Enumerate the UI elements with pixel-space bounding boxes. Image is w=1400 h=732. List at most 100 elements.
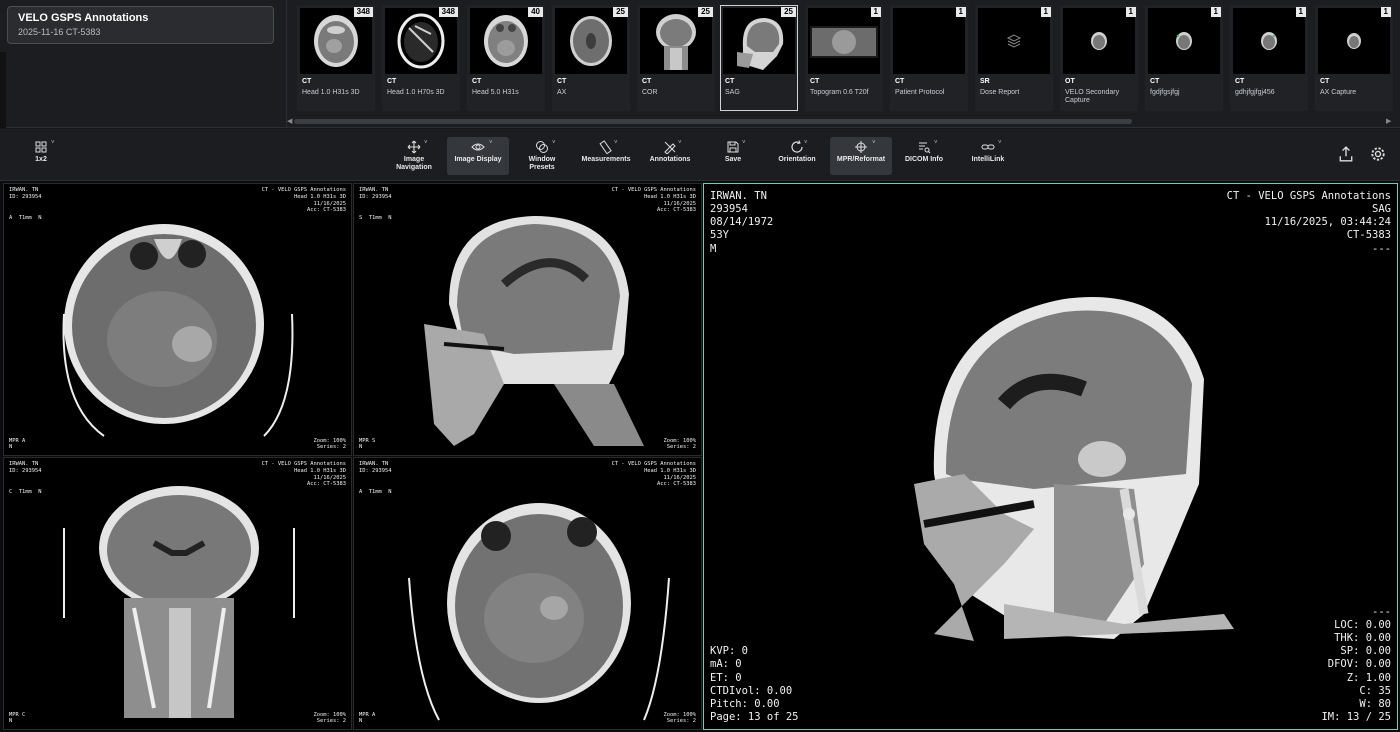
series-thumb-3[interactable]: 40 CT Head 5.0 H31s xyxy=(467,5,545,111)
series-thumb-4[interactable]: 25 CT AX xyxy=(552,5,630,111)
sagittal-head-thumbnail xyxy=(723,8,795,74)
annotations-button[interactable]: Annotations ˅ xyxy=(644,137,696,175)
series-thumb-7[interactable]: 1 CT Topogram 0.6 T20f xyxy=(805,5,883,111)
save-button[interactable]: Save ˅ xyxy=(718,137,748,175)
series-modality: CT xyxy=(1320,78,1330,85)
overlay-top-left: IRWAN. TN ID: 293954 xyxy=(359,461,392,474)
sagittal-ct-image-large xyxy=(914,296,1234,641)
overlay-bottom-left: MPR S N xyxy=(359,437,376,451)
viewport-sagittal-top[interactable]: IRWAN. TN ID: 293954 CT - VELO GSPS Anno… xyxy=(353,183,702,456)
coronal-ct-image xyxy=(63,486,295,718)
rotate-icon xyxy=(791,140,803,153)
series-thumb-8[interactable]: 1 CT Patient Protocol xyxy=(890,5,968,111)
overlay-study-info: CT - VELO GSPS Annotations SAG 11/16/202… xyxy=(1226,190,1391,255)
image-viewer: IRWAN. TN ID: 293954 CT - VELO GSPS Anno… xyxy=(0,181,1400,732)
measurements-button[interactable]: Measurements ˅ xyxy=(576,137,636,175)
overlay-orientation: A T1mm N xyxy=(359,489,392,495)
series-thumb-2[interactable]: 348 CT Head 1.0 H70s 3D xyxy=(382,5,460,111)
image-navigation-button[interactable]: Image Navigation ˅ xyxy=(386,137,442,175)
mpr-icon xyxy=(855,141,867,153)
series-thumb-11[interactable]: 1 CT fgdjfgsjfgj xyxy=(1145,5,1223,111)
axial-brain-thumbnail xyxy=(555,8,627,74)
series-modality: CT xyxy=(895,78,905,85)
series-description: AX xyxy=(557,89,567,96)
study-title: VELO GSPS Annotations xyxy=(18,12,149,24)
axial-ct-image xyxy=(408,503,670,721)
overlay-orientation: A T1mm N xyxy=(9,215,42,221)
orientation-button[interactable]: Orientation ˅ xyxy=(774,137,820,175)
export-button[interactable] xyxy=(1336,137,1356,175)
chevron-down-icon: ˅ xyxy=(51,140,55,146)
dicom-info-icon xyxy=(919,142,931,154)
chevron-down-icon: ˅ xyxy=(934,140,938,146)
chevron-down-icon: ˅ xyxy=(742,140,746,146)
series-modality: CT xyxy=(1235,78,1245,85)
series-scrollbar[interactable] xyxy=(294,119,1132,124)
layout-button[interactable]: 1x2 ˅ xyxy=(26,137,56,175)
orientation-label: Orientation xyxy=(778,156,816,163)
overlay-top-left: IRWAN. TN ID: 293954 xyxy=(359,187,392,200)
mpr-reformat-button[interactable]: MPR/Reformat ˅ xyxy=(830,137,892,175)
annotations-label: Annotations xyxy=(649,156,691,163)
image-count-badge: 348 xyxy=(438,7,458,17)
move-icon xyxy=(407,140,421,154)
image-display-button[interactable]: Image Display ˅ xyxy=(447,137,509,175)
viewport-coronal-bottom[interactable]: IRWAN. TN ID: 293954 CT - VELO GSPS Anno… xyxy=(3,457,352,730)
dicom-info-button[interactable]: DICOM Info ˅ xyxy=(900,137,948,175)
study-card[interactable]: VELO GSPS Annotations 2025-11-16 CT-5383 xyxy=(7,6,274,44)
axial-ct-image xyxy=(62,224,294,437)
chevron-down-icon: ˅ xyxy=(614,140,618,146)
series-thumb-5[interactable]: 25 CT COR xyxy=(637,5,715,111)
pencil-ruler-icon xyxy=(664,141,676,154)
series-modality: CT xyxy=(472,78,482,85)
series-thumb-13[interactable]: 1 CT AX Capture xyxy=(1315,5,1393,111)
series-description: Topogram 0.6 T20f xyxy=(810,89,869,96)
chevron-down-icon: ˅ xyxy=(998,140,1002,146)
overlay-top-left: IRWAN. TN ID: 293954 xyxy=(9,187,42,200)
series-thumb-6[interactable]: 25 CT SAG xyxy=(720,5,798,111)
overlay-bottom-right: Zoom: 100% Series: 2 xyxy=(313,437,346,451)
small-head-thumbnail xyxy=(1233,8,1305,74)
side-panel-edge xyxy=(0,52,6,128)
small-head-thumbnail xyxy=(1148,8,1220,74)
window-presets-button[interactable]: Window Presets ˅ xyxy=(518,137,566,175)
axial-bone-thumbnail xyxy=(385,8,457,74)
image-count-badge: 1 xyxy=(955,7,966,17)
scroll-left-arrow-icon[interactable]: ◀ xyxy=(287,117,292,125)
series-thumb-1[interactable]: 348 CT Head 1.0 H31s 3D xyxy=(297,5,375,111)
ruler-icon xyxy=(599,140,612,154)
overlay-top-right: CT - VELO GSPS Annotations Head 1.0 H31s… xyxy=(261,461,346,488)
overlay-bottom-right: Zoom: 100% Series: 2 xyxy=(663,711,696,725)
image-count-badge: 1 xyxy=(1040,7,1051,17)
image-count-badge: 348 xyxy=(353,7,373,17)
viewport-axial-top[interactable]: IRWAN. TN ID: 293954 CT - VELO GSPS Anno… xyxy=(3,183,352,456)
image-count-badge: 40 xyxy=(528,7,543,17)
save-label: Save xyxy=(724,156,742,163)
viewport-axial-bottom[interactable]: IRWAN. TN ID: 293954 CT - VELO GSPS Anno… xyxy=(353,457,702,730)
intellilink-button[interactable]: IntelliLink ˅ xyxy=(966,137,1010,175)
series-modality: CT xyxy=(725,78,735,85)
image-display-label: Image Display xyxy=(454,156,502,163)
series-thumb-10[interactable]: 1 OT VELO Secondary Capture xyxy=(1060,5,1138,111)
series-modality: OT xyxy=(1065,78,1075,85)
viewport-main-sagittal[interactable]: IRWAN. TN 293954 08/14/1972 53Y M CT - V… xyxy=(703,183,1398,730)
image-count-badge: 1 xyxy=(1295,7,1306,17)
eye-icon xyxy=(471,143,485,151)
settings-icon xyxy=(1371,147,1385,161)
series-thumb-12[interactable]: 1 CT gdhjfgjfgj456 xyxy=(1230,5,1308,111)
overlay-orientation: C T1mm N xyxy=(9,489,42,495)
image-count-badge: 25 xyxy=(698,7,713,17)
series-description: Dose Report xyxy=(980,89,1020,96)
series-description: Head 5.0 H31s xyxy=(472,89,519,96)
settings-button[interactable] xyxy=(1368,137,1388,175)
overlay-display-info: --- LOC: 0.00 THK: 0.00 SP: 0.00 DFOV: 0… xyxy=(1321,605,1391,723)
overlay-bottom-left: MPR A N xyxy=(359,711,376,725)
series-thumb-9[interactable]: 1 SR Dose Report xyxy=(975,5,1053,111)
toolbar: 1x2 ˅ Image Navigation ˅ Image Display ˅… xyxy=(0,129,1400,181)
series-modality: CT xyxy=(557,78,567,85)
overlay-top-left: IRWAN. TN ID: 293954 xyxy=(9,461,42,474)
chevron-down-icon: ˅ xyxy=(678,140,682,146)
series-modality: CT xyxy=(642,78,652,85)
scroll-right-arrow-icon[interactable]: ▶ xyxy=(1386,117,1391,125)
series-description: AX Capture xyxy=(1320,89,1357,96)
